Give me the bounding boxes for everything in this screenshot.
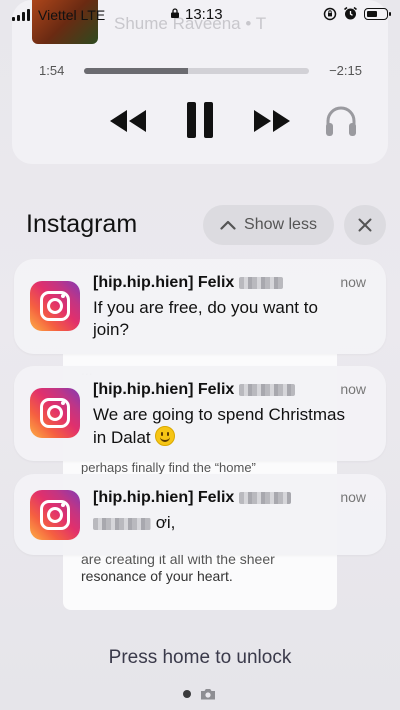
airpods-icon[interactable] — [323, 104, 359, 140]
notification-time: now — [340, 489, 366, 505]
notification-title: [hip.hip.hien] Felix — [93, 274, 283, 292]
notification-message-text: We are going to spend Christmas in Dalat — [93, 405, 345, 447]
notification-card[interactable]: [hip.hip.hien] Felix now We are going to… — [14, 366, 386, 461]
notification-card[interactable]: [hip.hip.hien] Felix now ơi, — [14, 474, 386, 555]
unlock-hint: Press home to unlock — [108, 647, 292, 668]
clear-group-button[interactable] — [344, 205, 386, 245]
camera-icon[interactable] — [200, 688, 216, 700]
clock: 13:13 — [185, 6, 223, 23]
notification-title: [hip.hip.hien] Felix — [93, 489, 291, 507]
notification-message-text: ơi, — [155, 513, 176, 532]
instagram-app-icon — [30, 281, 80, 331]
notification-sender: [hip.hip.hien] Felix — [93, 274, 235, 291]
show-less-label: Show less — [244, 216, 317, 233]
elapsed-time: 1:54 — [39, 63, 65, 78]
app-group-title: Instagram — [26, 210, 138, 238]
signal-icon — [12, 9, 34, 21]
notification-time: now — [340, 274, 366, 290]
notification-message: If you are free, do you want to join? — [93, 298, 318, 339]
battery-icon — [364, 7, 391, 20]
carrier-label: Viettel LTE — [38, 7, 106, 23]
alarm-icon — [344, 6, 357, 20]
close-icon — [358, 218, 372, 232]
notification-message: ơi, — [93, 512, 358, 534]
rewind-icon[interactable] — [108, 108, 148, 134]
page-dot — [183, 690, 191, 698]
smiley-emoji-icon — [155, 426, 176, 446]
chevron-up-icon — [220, 220, 236, 230]
background-text-line: perhaps finally find the “home” — [81, 460, 256, 475]
fast-forward-icon[interactable] — [252, 108, 292, 134]
instagram-app-icon — [30, 388, 80, 438]
notification-message: We are going to spend Christmas in Dalat — [93, 404, 358, 449]
background-text-line: resonance of your heart. — [81, 568, 233, 584]
notification-sender: [hip.hip.hien] Felix — [93, 381, 235, 398]
notification-title: [hip.hip.hien] Felix — [93, 381, 295, 399]
remaining-time: −2:15 — [329, 63, 362, 78]
playback-progress-bar[interactable] — [84, 68, 309, 74]
rotation-lock-icon — [323, 7, 337, 20]
redacted-name — [238, 276, 283, 289]
notification-sender: [hip.hip.hien] Felix — [93, 489, 235, 506]
status-bar: Viettel LTE 13:13 — [0, 0, 400, 30]
redacted-name — [238, 383, 295, 396]
show-less-button[interactable]: Show less — [203, 205, 334, 245]
instagram-app-icon — [30, 490, 80, 540]
notification-card[interactable]: [hip.hip.hien] Felix now If you are free… — [14, 259, 386, 354]
lock-screen-pager — [183, 688, 216, 700]
redacted-name — [93, 517, 151, 530]
pause-icon[interactable] — [184, 101, 216, 139]
notification-time: now — [340, 381, 366, 397]
redacted-name — [238, 491, 291, 504]
lock-icon — [171, 8, 179, 18]
